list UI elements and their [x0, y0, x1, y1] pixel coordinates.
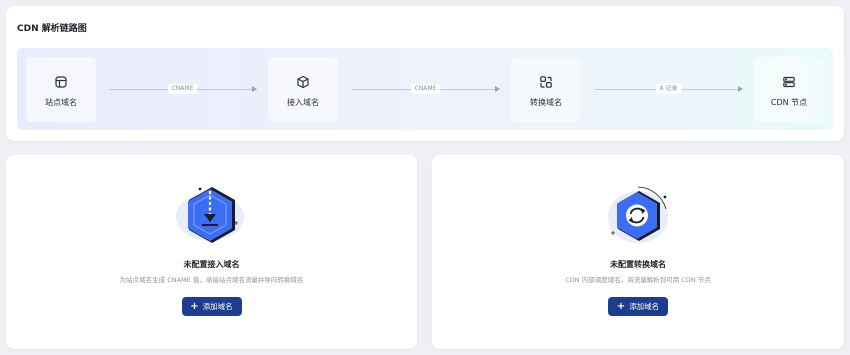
flow-edge-label: CNAME — [410, 84, 441, 94]
convert-domain-empty-card: 未配置转换域名 CDN 内部调度域名，将流量解析到可用 CDN 节点 + 添加域… — [432, 155, 844, 349]
convert-domain-empty-illustration-icon — [608, 186, 668, 243]
flow-node-label: 接入域名 — [287, 98, 319, 107]
flow-edge: CNAME — [352, 84, 500, 94]
access-domain-empty-illustration-icon — [175, 187, 244, 243]
flow-title: CDN 解析链路图 — [17, 24, 87, 34]
plus-icon: + — [190, 300, 199, 312]
site-domain-icon — [52, 73, 70, 91]
add-convert-domain-button[interactable]: + 添加域名 — [608, 297, 668, 316]
add-access-domain-button-label: 添加域名 — [202, 302, 233, 311]
resolution-flow-card: CDN 解析链路图 站点域名 CNAME 接入域名 CNAME 转换域名 A 记… — [6, 6, 844, 141]
convert-domain-icon — [537, 73, 555, 91]
flow-edge: CNAME — [109, 84, 257, 94]
access-domain-icon — [294, 73, 312, 91]
plus-icon: + — [616, 300, 626, 312]
access-domain-empty-title: 未配置接入域名 — [183, 260, 240, 269]
flow-edge-label: A 记录 — [655, 84, 682, 94]
flow-edge: A 记录 — [595, 84, 743, 94]
flow-node-cdn-node: CDN 节点 — [754, 57, 824, 122]
flow-node-access-domain: 接入域名 — [268, 57, 338, 122]
flow-edge-label: CNAME — [167, 84, 198, 94]
add-access-domain-button[interactable]: + 添加域名 — [181, 297, 242, 316]
add-convert-domain-button-label: 添加域名 — [629, 302, 660, 311]
flow-node-label: CDN 节点 — [770, 98, 808, 107]
convert-domain-empty-title: 未配置转换域名 — [610, 260, 666, 269]
flow-node-convert-domain: 转换域名 — [511, 57, 581, 122]
access-domain-empty-card: 未配置接入域名 为站点域名生成 CNAME 值，承接站点域名流量并导向转换域名 … — [6, 155, 417, 349]
flow-node-label: 转换域名 — [530, 98, 562, 107]
cdn-node-icon — [780, 73, 798, 91]
flow-node-label: 站点域名 — [45, 98, 77, 107]
access-domain-empty-description: 为站点域名生成 CNAME 值，承接站点域名流量并导向转换域名 — [119, 276, 304, 284]
convert-domain-empty-description: CDN 内部调度域名，将流量解析到可用 CDN 节点 — [565, 276, 711, 284]
flow-node-site-domain: 站点域名 — [26, 57, 96, 122]
flow-diagram: 站点域名 CNAME 接入域名 CNAME 转换域名 A 记录 CDN 节点 — [17, 48, 833, 130]
